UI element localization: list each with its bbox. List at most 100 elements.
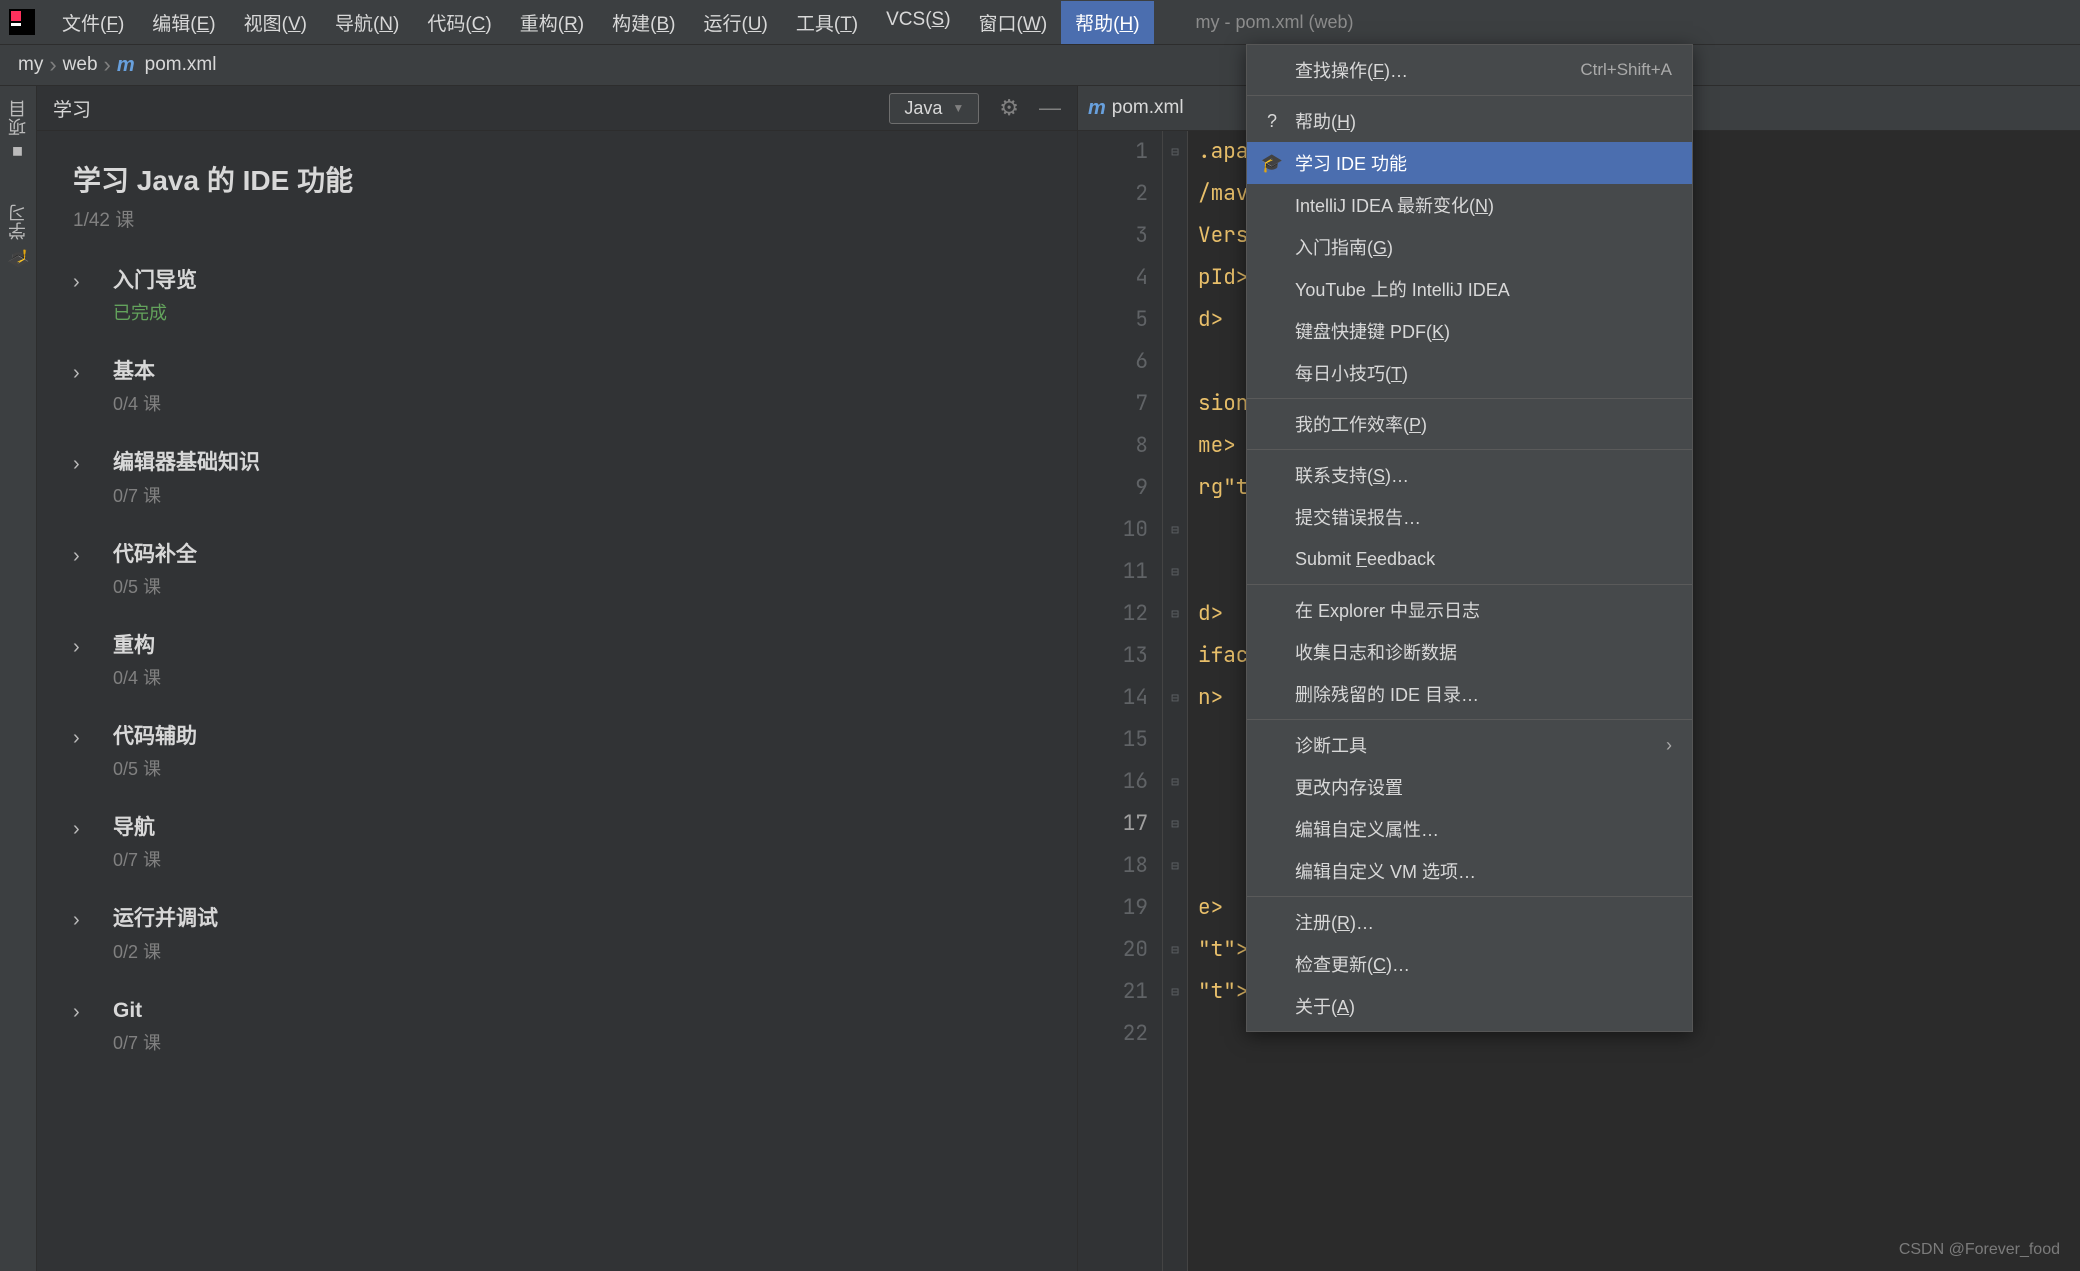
menu-帮助h[interactable]: 帮助(H) — [1061, 1, 1153, 44]
lesson-item[interactable]: › 入门导览已完成 — [73, 268, 1041, 325]
chevron-right-icon: › — [73, 362, 89, 385]
menu-重构r[interactable]: 重构(R) — [506, 1, 598, 44]
app-logo-icon — [8, 8, 36, 36]
tool-learn[interactable]: 🎓 学习 — [3, 198, 33, 274]
menu-item-label: 检查更新(C)… — [1295, 951, 1672, 977]
line-gutter: 12345678910111213141516171819202122 — [1078, 131, 1163, 1271]
chevron-right-icon: › — [73, 909, 89, 932]
lesson-item[interactable]: ›Git0/7 课 — [73, 998, 1041, 1055]
minimize-icon[interactable]: — — [1039, 95, 1061, 121]
help-menu-item[interactable]: 每日小技巧(T) — [1247, 352, 1692, 394]
lesson-item[interactable]: ›重构0/4 课 — [73, 633, 1041, 690]
chevron-right-icon: › — [1666, 735, 1672, 756]
menu-item-label: 编辑自定义属性… — [1295, 816, 1672, 842]
lesson-item[interactable]: › 基本 0/4 课 — [73, 359, 1041, 416]
menu-窗口w[interactable]: 窗口(W) — [965, 1, 1062, 44]
learn-progress: 1/42 课 — [73, 205, 1041, 232]
breadcrumb-root[interactable]: my — [18, 54, 43, 76]
language-select[interactable]: Java ▼ — [889, 93, 979, 124]
menu-vcss[interactable]: VCS(S) — [872, 1, 964, 44]
lesson-name: 运行并调试 — [113, 906, 218, 931]
menu-item-label: 收集日志和诊断数据 — [1295, 639, 1672, 665]
menu-item-label: 编辑自定义 VM 选项… — [1295, 858, 1672, 884]
menubar: 文件(F)编辑(E)视图(V)导航(N)代码(C)重构(R)构建(B)运行(U)… — [0, 0, 2080, 45]
menu-item-label: 查找操作(F)… — [1295, 57, 1568, 83]
help-menu-item[interactable]: 检查更新(C)… — [1247, 943, 1692, 985]
breadcrumb-module[interactable]: web — [63, 54, 98, 76]
help-menu-item[interactable]: 提交错误报告… — [1247, 496, 1692, 538]
lesson-name: Git — [113, 998, 161, 1023]
help-menu-item[interactable]: Submit Feedback — [1247, 538, 1692, 580]
help-menu-dropdown: 查找操作(F)…Ctrl+Shift+A? 帮助(H) 🎓学习 IDE 功能Inte… — [1246, 44, 1693, 1032]
help-menu-item[interactable]: 诊断工具› — [1247, 724, 1692, 766]
lesson-item[interactable]: ›代码补全0/5 课 — [73, 542, 1041, 599]
editor-tab-pom[interactable]: m pom.xml — [1088, 97, 1184, 120]
help-menu-item[interactable]: 🎓学习 IDE 功能 — [1247, 142, 1692, 184]
lesson-item[interactable]: ›代码辅助0/5 课 — [73, 724, 1041, 781]
menu-运行u[interactable]: 运行(U) — [689, 1, 781, 44]
menu-导航n[interactable]: 导航(N) — [321, 1, 413, 44]
menu-item-label: 更改内存设置 — [1295, 774, 1672, 800]
menu-视图v[interactable]: 视图(V) — [230, 1, 321, 44]
menu-item-label: 键盘快捷键 PDF(K) — [1295, 318, 1672, 344]
lesson-item[interactable]: ›导航0/7 课 — [73, 815, 1041, 872]
help-icon: ? — [1261, 111, 1283, 132]
menu-代码c[interactable]: 代码(C) — [413, 1, 505, 44]
menu-item-label: 入门指南(G) — [1295, 234, 1672, 260]
help-menu-item[interactable]: 关于(A) — [1247, 985, 1692, 1027]
help-menu-item[interactable]: 联系支持(S)… — [1247, 454, 1692, 496]
learn-heading: 学习 Java 的 IDE 功能 — [73, 159, 1041, 199]
help-menu-item[interactable]: IntelliJ IDEA 最新变化(N) — [1247, 184, 1692, 226]
window-title: my - pom.xml (web) — [1196, 12, 1354, 33]
help-menu-item[interactable]: 键盘快捷键 PDF(K) — [1247, 310, 1692, 352]
lesson-name: 基本 — [113, 359, 161, 384]
chevron-right-icon: › — [73, 818, 89, 841]
menu-工具t[interactable]: 工具(T) — [782, 1, 872, 44]
help-menu-item[interactable]: ? 帮助(H) — [1247, 100, 1692, 142]
lesson-name: 入门导览 — [113, 268, 197, 293]
lesson-progress: 0/4 课 — [113, 390, 161, 416]
graduation-cap-icon: 🎓 — [7, 246, 29, 268]
fold-column: ⊟⊟⊟⊟⊟⊟⊟⊟⊟⊟ — [1163, 131, 1188, 1271]
menu-item-label: 每日小技巧(T) — [1295, 360, 1672, 386]
help-menu-item[interactable]: 我的工作效率(P) — [1247, 403, 1692, 445]
menu-编辑e[interactable]: 编辑(E) — [138, 1, 229, 44]
graduation-cap-icon: 🎓 — [1261, 153, 1283, 174]
help-menu-item[interactable]: 入门指南(G) — [1247, 226, 1692, 268]
lesson-progress: 0/5 课 — [113, 755, 197, 781]
menu-item-label: Submit Feedback — [1295, 549, 1672, 570]
help-menu-item[interactable]: 编辑自定义 VM 选项… — [1247, 850, 1692, 892]
menu-item-label: 注册(R)… — [1295, 909, 1672, 935]
lesson-name: 代码补全 — [113, 542, 197, 567]
lesson-progress: 0/4 课 — [113, 664, 161, 690]
menu-文件f[interactable]: 文件(F) — [48, 1, 138, 44]
lesson-item[interactable]: ›运行并调试0/2 课 — [73, 906, 1041, 963]
menu-item-label: 我的工作效率(P) — [1295, 411, 1672, 437]
maven-file-icon: m — [1088, 97, 1106, 120]
help-menu-item[interactable]: 编辑自定义属性… — [1247, 808, 1692, 850]
help-menu-item[interactable]: 删除残留的 IDE 目录… — [1247, 673, 1692, 715]
help-menu-item[interactable]: 更改内存设置 — [1247, 766, 1692, 808]
chevron-down-icon: ▼ — [952, 101, 964, 115]
menu-构建b[interactable]: 构建(B) — [598, 1, 689, 44]
gear-icon[interactable]: ⚙ — [999, 95, 1019, 121]
breadcrumb-file[interactable]: pom.xml — [145, 54, 217, 76]
chevron-right-icon: › — [73, 1001, 89, 1024]
help-menu-item[interactable]: 收集日志和诊断数据 — [1247, 631, 1692, 673]
menu-item-label: 联系支持(S)… — [1295, 462, 1672, 488]
lesson-item[interactable]: ›编辑器基础知识0/7 课 — [73, 450, 1041, 507]
lesson-name: 导航 — [113, 815, 161, 840]
menu-item-label: 关于(A) — [1295, 993, 1672, 1019]
help-menu-item[interactable]: 查找操作(F)…Ctrl+Shift+A — [1247, 49, 1692, 91]
chevron-right-icon: › — [73, 271, 89, 294]
help-menu-item[interactable]: YouTube 上的 IntelliJ IDEA — [1247, 268, 1692, 310]
lesson-name: 重构 — [113, 633, 161, 658]
lesson-done-label: 已完成 — [113, 299, 197, 325]
learn-panel-title: 学习 — [53, 95, 91, 122]
learn-header: 学习 Java ▼ ⚙ — — [37, 86, 1077, 131]
help-menu-item[interactable]: 注册(R)… — [1247, 901, 1692, 943]
tool-project[interactable]: ■ 项目 — [3, 94, 33, 168]
chevron-right-icon: › — [104, 52, 111, 78]
help-menu-item[interactable]: 在 Explorer 中显示日志 — [1247, 589, 1692, 631]
menu-item-label: 帮助(H) — [1295, 108, 1672, 134]
